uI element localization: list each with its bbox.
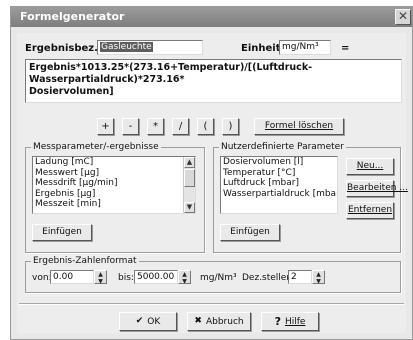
cross-icon: ✖ [194,316,202,326]
edit-parameter-label: Bearbeiten ... [347,183,408,193]
decimals-input[interactable]: 2 [288,270,312,284]
help-label: Hilfe [284,317,306,327]
operator-close-paren-button[interactable]: ) [222,118,239,135]
measure-listbox[interactable]: Ladung [mC] Messwert [µg] Messdrift [µg/… [32,156,196,214]
scroll-thumb[interactable] [184,169,195,187]
user-parameters-listbox[interactable]: Dosiervolumen [l] Temperatur [°C] Luftdr… [220,156,338,214]
from-label: von: [32,273,52,283]
result-name-label: Ergebnisbez.: [25,43,102,54]
format-unit: mg/Nm³ [200,273,237,283]
check-icon: ✔ [135,316,144,326]
question-icon: ? [274,315,281,328]
cancel-label: Abbruch [205,317,244,327]
equals-sign: = [341,43,350,54]
user-parameters-legend: Nutzerdefinierte Parameter [219,142,346,152]
cancel-button[interactable]: ✖ Abbruch [187,312,251,331]
measure-scrollbar[interactable]: ▲ ▼ [183,157,195,213]
close-button[interactable]: ✕ [395,9,411,25]
close-icon: ✕ [397,9,409,23]
to-label: bis: [118,273,134,283]
list-item[interactable]: Temperatur [°C] [221,168,337,179]
spin-down-icon[interactable]: ▼ [95,278,106,285]
result-name-value: Gasleuchte [100,42,153,52]
help-button[interactable]: ? Hilfe [261,312,319,331]
formelgenerator-window: Formelgenerator ✕ Ergebnisbez.: Gasleuch… [10,6,413,340]
measure-group-legend: Messparameter/-ergebnisse [31,142,161,152]
remove-parameter-button[interactable]: Entfernen [346,202,394,219]
window-title: Formelgenerator [20,10,125,23]
operator-divide-button[interactable]: / [172,118,189,135]
list-item[interactable]: Luftdruck [mbar] [221,178,337,189]
spin-up-icon[interactable]: ▲ [95,271,106,278]
clear-formula-button[interactable]: Formel löschen [254,118,344,135]
operator-open-paren-button[interactable]: ( [197,118,214,135]
measure-group: Messparameter/-ergebnisse Ladung [mC] Me… [25,142,205,253]
ok-label: OK [147,317,161,327]
operator-minus-button[interactable]: - [122,118,139,135]
scroll-down-icon[interactable]: ▼ [184,202,195,213]
edit-parameter-button[interactable]: Bearbeiten ... [346,180,408,197]
list-item[interactable]: Messdrift [µg/min] [33,178,195,189]
measure-insert-label: Einfügen [42,227,82,237]
user-insert-label: Einfügen [230,227,270,237]
from-spinner[interactable]: ▲ ▼ [94,270,107,285]
scroll-up-icon[interactable]: ▲ [184,157,195,168]
operator-multiply-button[interactable]: * [147,118,164,135]
footer-divider [19,303,404,305]
number-format-legend: Ergebnis-Zahlenformat [31,256,139,266]
spin-up-icon[interactable]: ▲ [179,271,190,278]
list-item[interactable]: Ladung [mC] [33,157,195,168]
number-format-group: Ergebnis-Zahlenformat von: 0.00 ▲ ▼ bis:… [25,256,401,293]
unit-label: Einheit: [241,43,285,54]
spin-up-icon[interactable]: ▲ [313,271,324,278]
remove-parameter-label: Entfernen [347,205,393,215]
user-parameters-group: Nutzerdefinierte Parameter Dosiervolumen… [213,142,408,253]
title-bar[interactable]: Formelgenerator ✕ [11,7,412,27]
to-input[interactable]: 5000.00 [134,270,178,284]
formula-textarea[interactable]: Ergebnis*1013.25*(273.16+Temperatur)/[(L… [25,59,402,103]
result-name-input[interactable]: Gasleuchte [97,40,203,55]
spin-down-icon[interactable]: ▼ [313,278,324,285]
list-item[interactable]: Wasserpartialdruck [mbar] [221,189,337,200]
formula-line-1: Ergebnis*1013.25*(273.16+Temperatur)/[(L… [29,62,313,85]
ok-button[interactable]: ✔ OK [119,312,177,331]
new-parameter-label: Neu... [356,161,384,171]
measure-insert-button[interactable]: Einfügen [32,224,92,241]
clear-formula-label: Formel löschen [264,121,334,131]
operator-plus-button[interactable]: + [97,118,114,135]
new-parameter-button[interactable]: Neu... [346,158,394,175]
to-spinner[interactable]: ▲ ▼ [178,270,191,285]
formula-line-2: Dosiervolumen] [29,86,114,97]
spin-down-icon[interactable]: ▼ [179,278,190,285]
user-insert-button[interactable]: Einfügen [220,224,280,241]
unit-input[interactable]: mg/Nm³ [279,40,331,55]
list-item[interactable]: Messzeit [min] [33,199,195,210]
dialog-body: Ergebnisbez.: Gasleuchte Einheit: mg/Nm³… [17,33,408,333]
from-input[interactable]: 0.00 [50,270,94,284]
decimals-spinner[interactable]: ▲ ▼ [312,270,325,285]
list-item[interactable]: Messwert [µg] [33,168,195,179]
list-item[interactable]: Dosiervolumen [l] [221,157,337,168]
list-item[interactable]: Ergebnis [µg] [33,189,195,200]
